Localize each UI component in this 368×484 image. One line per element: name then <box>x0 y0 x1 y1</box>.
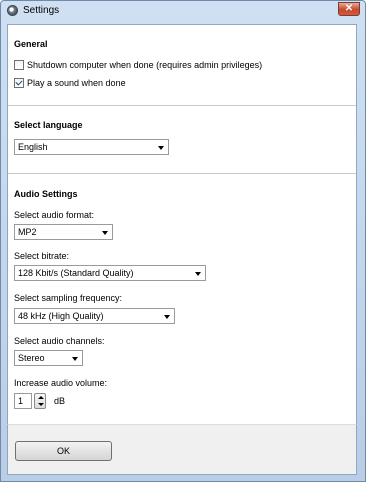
audio-heading: Audio Settings <box>14 189 78 199</box>
dialog-footer: OK <box>7 424 357 475</box>
arrow-up-icon <box>38 396 44 399</box>
audio-channels-value: Stereo <box>18 353 45 363</box>
audio-format-label: Select audio format: <box>14 210 95 220</box>
audio-channels-select[interactable]: Stereo <box>14 350 83 366</box>
shutdown-checkbox[interactable] <box>14 60 24 70</box>
close-icon: ✕ <box>344 3 354 14</box>
shutdown-label: Shutdown computer when done (requires ad… <box>27 60 263 70</box>
section-divider <box>8 173 356 174</box>
audio-format-select[interactable]: MP2 <box>14 224 113 240</box>
language-heading: Select language <box>14 120 83 130</box>
section-divider <box>8 105 356 106</box>
bitrate-select[interactable]: 128 Kbit/s (Standard Quality) <box>14 265 206 281</box>
shutdown-option[interactable]: Shutdown computer when done (requires ad… <box>14 60 262 70</box>
chevron-down-icon <box>164 315 170 319</box>
audio-volume-stepper[interactable] <box>34 393 46 409</box>
sampling-frequency-select[interactable]: 48 kHz (High Quality) <box>14 308 175 324</box>
audio-volume-value: 1 <box>18 396 24 406</box>
play-sound-checkbox[interactable] <box>14 78 24 88</box>
audio-volume-label: Increase audio volume: <box>14 378 108 388</box>
audio-volume-input[interactable]: 1 <box>14 393 32 409</box>
chevron-down-icon <box>158 146 164 150</box>
audio-volume-unit: dB <box>54 396 66 406</box>
ok-button[interactable]: OK <box>15 441 112 461</box>
language-value: English <box>18 142 48 152</box>
chevron-down-icon <box>72 357 78 361</box>
chevron-down-icon <box>195 272 201 276</box>
bitrate-value: 128 Kbit/s (Standard Quality) <box>18 268 134 278</box>
arrow-down-icon <box>38 403 44 406</box>
audio-format-value: MP2 <box>18 227 37 237</box>
settings-panel: General Shutdown computer when done (req… <box>7 24 357 451</box>
audio-channels-label: Select audio channels: <box>14 336 105 346</box>
bitrate-label: Select bitrate: <box>14 251 70 261</box>
close-button[interactable]: ✕ <box>338 2 360 16</box>
language-select[interactable]: English <box>14 139 169 155</box>
general-heading: General <box>14 39 48 49</box>
app-icon <box>7 5 18 16</box>
sampling-frequency-value: 48 kHz (High Quality) <box>18 311 104 321</box>
sampling-frequency-label: Select sampling frequency: <box>14 293 123 303</box>
chevron-down-icon <box>102 231 108 235</box>
play-sound-label: Play a sound when done <box>27 78 126 88</box>
play-sound-option[interactable]: Play a sound when done <box>14 78 126 88</box>
title-bar: Settings ✕ <box>1 1 365 22</box>
window-title: Settings <box>23 5 60 16</box>
